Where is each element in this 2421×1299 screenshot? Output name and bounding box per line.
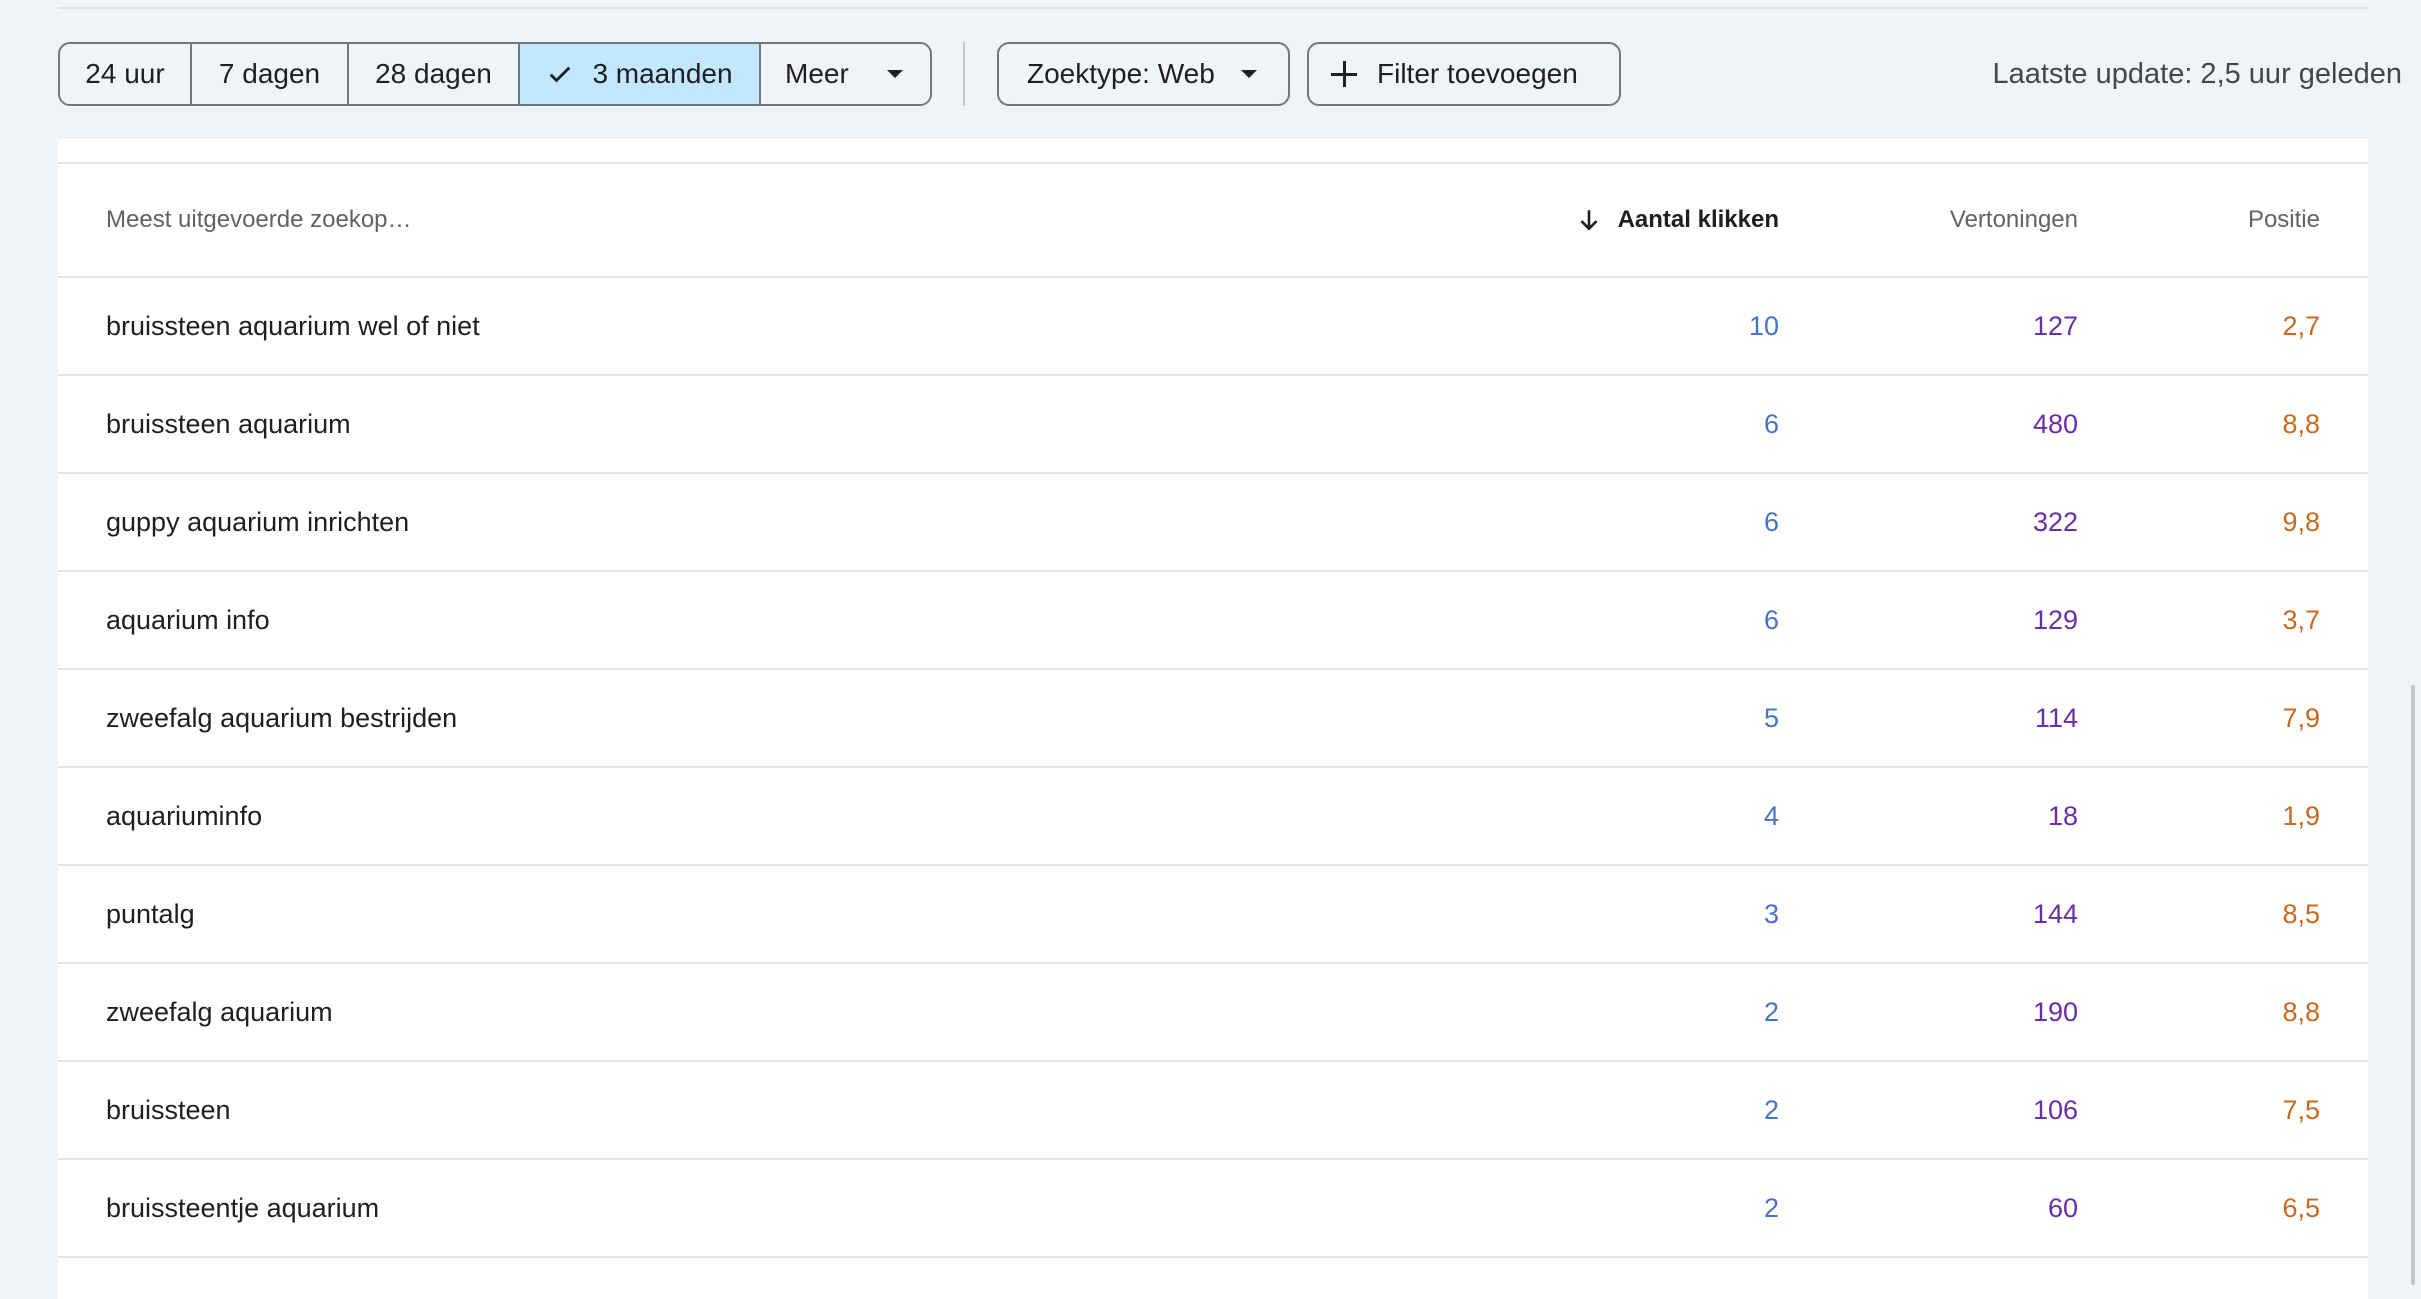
table-row[interactable]: bruissteentje aquarium 2 60 6,5 — [58, 1160, 2368, 1258]
clicks-cell: 10 — [1748, 310, 1779, 341]
range-label: 7 dagen — [218, 58, 321, 89]
table-row[interactable]: bruissteen 2 106 7,5 — [58, 1062, 2368, 1160]
query-cell: bruissteen — [106, 1094, 231, 1125]
clicks-cell: 4 — [1763, 800, 1779, 831]
queries-table: Meest uitgevoerde zoekop… Aantal klikken… — [58, 139, 2368, 1299]
clicks-cell: 3 — [1763, 898, 1779, 929]
query-cell: aquariuminfo — [106, 800, 263, 831]
search-type-label: Zoektype: Web — [1027, 58, 1215, 89]
arrow-down-icon — [1580, 210, 1598, 231]
range-label: 28 dagen — [375, 58, 492, 89]
table-row[interactable]: zweefalg aquarium 2 190 8,8 — [58, 964, 2368, 1062]
position-cell: 9,8 — [2282, 506, 2320, 537]
last-update-text: Laatste update: 2,5 uur geleden — [1992, 57, 2402, 90]
clicks-cell: 2 — [1763, 1094, 1779, 1125]
clicks-cell: 6 — [1763, 506, 1779, 537]
header-clicks[interactable]: Aantal klikken — [1576, 164, 1779, 276]
clicks-cell: 2 — [1763, 1192, 1779, 1223]
impressions-cell: 60 — [2047, 1192, 2078, 1223]
more-ranges-button[interactable]: Meer — [761, 44, 930, 104]
clicks-cell: 6 — [1763, 408, 1779, 439]
query-cell: bruissteentje aquarium — [106, 1192, 380, 1223]
impressions-cell: 190 — [2032, 996, 2078, 1027]
position-cell: 2,7 — [2282, 310, 2320, 341]
impressions-cell: 106 — [2032, 1094, 2078, 1125]
range-24h-button[interactable]: 24 uur — [60, 44, 192, 104]
scrollbar-thumb[interactable] — [2411, 685, 2415, 1285]
plus-icon — [1329, 59, 1359, 89]
clicks-cell: 6 — [1763, 604, 1779, 635]
position-cell: 1,9 — [2282, 800, 2320, 831]
chevron-down-icon — [886, 70, 903, 78]
table-row[interactable]: bruissteen aquarium 6 480 8,8 — [58, 376, 2368, 474]
position-cell: 6,5 — [2282, 1192, 2320, 1223]
query-cell: puntalg — [106, 898, 195, 929]
chevron-down-icon — [1240, 70, 1257, 78]
date-range-selector: 24 uur 7 dagen 28 dagen 3 maanden Meer — [58, 42, 932, 106]
position-cell: 8,8 — [2282, 996, 2320, 1027]
position-cell: 8,8 — [2282, 408, 2320, 439]
impressions-cell: 127 — [2032, 310, 2078, 341]
table-row[interactable]: guppy aquarium inrichten 6 322 9,8 — [58, 474, 2368, 572]
query-cell: bruissteen aquarium wel of niet — [106, 310, 480, 341]
query-cell: aquarium info — [106, 604, 270, 635]
range-3m-button[interactable]: 3 maanden — [520, 44, 761, 104]
range-label: 24 uur — [85, 58, 165, 89]
clicks-cell: 5 — [1763, 702, 1779, 733]
header-query[interactable]: Meest uitgevoerde zoekop… — [106, 164, 412, 276]
query-cell: guppy aquarium inrichten — [106, 506, 410, 537]
range-label: 3 maanden — [592, 58, 733, 89]
clicks-cell: 2 — [1763, 996, 1779, 1027]
query-cell: zweefalg aquarium — [106, 996, 333, 1027]
top-divider — [58, 7, 2368, 9]
position-cell: 3,7 — [2282, 604, 2320, 635]
range-28d-button[interactable]: 28 dagen — [349, 44, 520, 104]
add-filter-label: Filter toevoegen — [1377, 58, 1578, 89]
table-row[interactable]: aquarium info 6 129 3,7 — [58, 572, 2368, 670]
search-type-dropdown[interactable]: Zoektype: Web — [997, 42, 1290, 106]
toolbar-divider — [963, 42, 965, 106]
table-header: Meest uitgevoerde zoekop… Aantal klikken… — [58, 164, 2368, 278]
impressions-cell: 144 — [2032, 898, 2078, 929]
impressions-cell: 114 — [2034, 702, 2078, 733]
impressions-cell: 18 — [2047, 800, 2078, 831]
position-cell: 7,5 — [2282, 1094, 2320, 1125]
impressions-cell: 129 — [2032, 604, 2078, 635]
header-position[interactable]: Positie — [2248, 164, 2320, 276]
table-row[interactable]: bruissteen aquarium wel of niet 10 127 2… — [58, 278, 2368, 376]
impressions-cell: 480 — [2032, 408, 2078, 439]
table-row[interactable]: zweefalg aquarium bestrijden 5 114 7,9 — [58, 670, 2368, 768]
position-cell: 7,9 — [2282, 702, 2320, 733]
header-clicks-label: Aantal klikken — [1617, 206, 1779, 233]
table-row[interactable]: puntalg 3 144 8,5 — [58, 866, 2368, 964]
add-filter-button[interactable]: Filter toevoegen — [1307, 42, 1621, 106]
range-7d-button[interactable]: 7 dagen — [192, 44, 349, 104]
filter-toolbar: 24 uur 7 dagen 28 dagen 3 maanden Meer Z… — [58, 42, 2408, 106]
header-impressions[interactable]: Vertoningen — [1950, 164, 2078, 276]
more-label: Meer — [785, 58, 849, 89]
check-icon — [550, 66, 571, 83]
table-row[interactable]: aquariuminfo 4 18 1,9 — [58, 768, 2368, 866]
position-cell: 8,5 — [2282, 898, 2320, 929]
query-cell: bruissteen aquarium — [106, 408, 351, 439]
query-cell: zweefalg aquarium bestrijden — [106, 702, 458, 733]
impressions-cell: 322 — [2032, 506, 2078, 537]
